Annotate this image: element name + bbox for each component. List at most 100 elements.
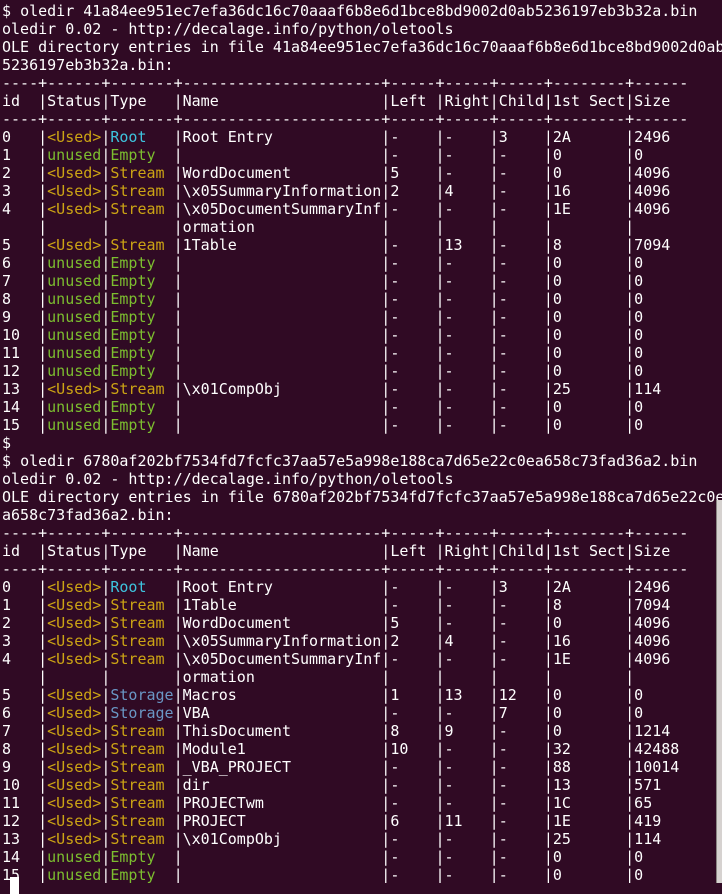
name-wrap-text: | | |ormation | | | | | [2, 218, 634, 236]
scrollbar-thumb[interactable] [716, 500, 722, 883]
table-row: 7 |<Used>|Stream |ThisDocument |8 |9 |- … [2, 722, 722, 740]
type-cell: Root [110, 578, 173, 596]
status-cell: <Used> [47, 794, 101, 812]
row-values: | |- |- |- |0 |0 [174, 308, 644, 326]
type-cell: Stream [110, 380, 173, 398]
id-cell: 12 | [2, 812, 47, 830]
id-cell: 1 | [2, 596, 47, 614]
row-values: |\x05DocumentSummaryInf|- |- |- |1E |409… [174, 200, 671, 218]
type-cell: Stream [110, 632, 173, 650]
table-row: 12 |unused|Empty | |- |- |- |0 |0 [2, 362, 722, 380]
id-cell: 8 | [2, 740, 47, 758]
command-line: $ oledir 41a84ee951ec7efa36dc16c70aaaf6b… [2, 2, 722, 20]
type-cell: Storage [110, 686, 173, 704]
row-values: |Root Entry |- |- |3 |2A |2496 [174, 578, 671, 596]
table-row: 12 |<Used>|Stream |PROJECT |6 |11 |- |1E… [2, 812, 722, 830]
row-values: |dir |- |- |- |13 |571 [174, 776, 662, 794]
row-values: | |- |- |- |0 |0 [174, 326, 644, 344]
status-cell: unused [47, 272, 101, 290]
type-cell: Stream [110, 758, 173, 776]
row-values: |1Table |- |- |- |8 |7094 [174, 596, 671, 614]
type-cell: Empty [110, 848, 173, 866]
table-row: 2 |<Used>|Stream |WordDocument |5 |- |- … [2, 164, 722, 182]
status-cell: <Used> [47, 236, 101, 254]
listing-header-line: a658c73fad36a2.bin: [2, 506, 722, 524]
id-cell: 11 | [2, 344, 47, 362]
version-line-text: oledir 0.02 - http://decalage.info/pytho… [2, 470, 454, 488]
listing-header-line: 5236197eb3b32a.bin: [2, 56, 722, 74]
table-row: 9 |<Used>|Stream |_VBA_PROJECT |- |- |- … [2, 758, 722, 776]
id-cell: 7 | [2, 722, 47, 740]
table-row: 8 |unused|Empty | |- |- |- |0 |0 [2, 290, 722, 308]
type-cell: Stream [110, 740, 173, 758]
prompt: $ [2, 2, 20, 20]
table-row: 15 |unused|Empty | |- |- |- |0 |0 [2, 416, 722, 434]
row-values: |PROJECTwm |- |- |- |1C |65 [174, 794, 653, 812]
table-separator: ----+------+-------+--------------------… [2, 74, 722, 92]
status-cell: unused [47, 254, 101, 272]
status-cell: <Used> [47, 182, 101, 200]
table-row: 4 |<Used>|Stream |\x05DocumentSummaryInf… [2, 650, 722, 668]
status-cell: unused [47, 290, 101, 308]
id-cell: 12 | [2, 362, 47, 380]
type-cell: Stream [110, 596, 173, 614]
listing-header-line-text: OLE directory entries in file 6780af202b… [2, 488, 722, 506]
type-cell: Stream [110, 812, 173, 830]
id-cell: 3 | [2, 182, 47, 200]
status-cell: <Used> [47, 776, 101, 794]
table-row: 3 |<Used>|Stream |\x05SummaryInformation… [2, 182, 722, 200]
separator-text: ----+------+-------+--------------------… [2, 524, 688, 542]
type-cell: Stream [110, 164, 173, 182]
version-line: oledir 0.02 - http://decalage.info/pytho… [2, 470, 722, 488]
id-cell: 14 | [2, 848, 47, 866]
table-row: 14 |unused|Empty | |- |- |- |0 |0 [2, 848, 722, 866]
status-cell: unused [47, 308, 101, 326]
status-cell: <Used> [47, 200, 101, 218]
row-values: | |- |- |- |0 |0 [174, 866, 644, 883]
version-line: oledir 0.02 - http://decalage.info/pytho… [2, 20, 722, 38]
type-cell: Empty [110, 866, 173, 883]
row-values: | |- |- |- |0 |0 [174, 398, 644, 416]
terminal-window: { "palette": { "background": "#300A24", … [0, 0, 722, 883]
table-separator: ----+------+-------+--------------------… [2, 524, 722, 542]
listing-header-line: OLE directory entries in file 6780af202b… [2, 488, 722, 506]
version-line-text: oledir 0.02 - http://decalage.info/pytho… [2, 20, 454, 38]
status-cell: unused [47, 398, 101, 416]
type-cell: Stream [110, 200, 173, 218]
row-values: |\x05DocumentSummaryInf|- |- |- |1E |409… [174, 650, 671, 668]
type-cell: Stream [110, 614, 173, 632]
row-values: |\x05SummaryInformation|2 |4 |- |16 |409… [174, 182, 671, 200]
row-values: |Module1 |10 |- |- |32 |42488 [174, 740, 680, 758]
separator-text: ----+------+-------+--------------------… [2, 74, 688, 92]
row-values: | |- |- |- |0 |0 [174, 344, 644, 362]
status-cell: <Used> [47, 632, 101, 650]
id-cell: 10 | [2, 776, 47, 794]
table-row: 9 |unused|Empty | |- |- |- |0 |0 [2, 308, 722, 326]
id-cell: 0 | [2, 128, 47, 146]
separator-text: ----+------+-------+--------------------… [2, 560, 688, 578]
command-line: $ oledir 6780af202bf7534fd7fcfc37aa57e5a… [2, 452, 722, 470]
type-cell: Empty [110, 326, 173, 344]
listing-header-line-text: a658c73fad36a2.bin: [2, 506, 174, 524]
terminal-output[interactable]: $ oledir 41a84ee951ec7efa36dc16c70aaaf6b… [0, 0, 722, 883]
row-values: |VBA |- |- |7 |0 |0 [174, 704, 644, 722]
row-values: | |- |- |- |0 |0 [174, 848, 644, 866]
status-cell: <Used> [47, 164, 101, 182]
id-cell: 2 | [2, 164, 47, 182]
table-row: 0 |<Used>|Root |Root Entry |- |- |3 |2A … [2, 128, 722, 146]
status-cell: unused [47, 848, 101, 866]
table-separator: ----+------+-------+--------------------… [2, 110, 722, 128]
table-row: 14 |unused|Empty | |- |- |- |0 |0 [2, 398, 722, 416]
prompt-line: $ [2, 434, 722, 452]
table-row: 4 |<Used>|Stream |\x05DocumentSummaryInf… [2, 200, 722, 218]
prompt: $ [2, 434, 11, 452]
table-row: 13 |<Used>|Stream |\x01CompObj |- |- |- … [2, 830, 722, 848]
type-cell: Empty [110, 254, 173, 272]
command-text: oledir 6780af202bf7534fd7fcfc37aa57e5a99… [20, 452, 697, 470]
id-cell: 13 | [2, 830, 47, 848]
id-cell: 10 | [2, 326, 47, 344]
table-separator: ----+------+-------+--------------------… [2, 560, 722, 578]
status-cell: <Used> [47, 740, 101, 758]
status-cell: <Used> [47, 758, 101, 776]
row-values: | |- |- |- |0 |0 [174, 272, 644, 290]
